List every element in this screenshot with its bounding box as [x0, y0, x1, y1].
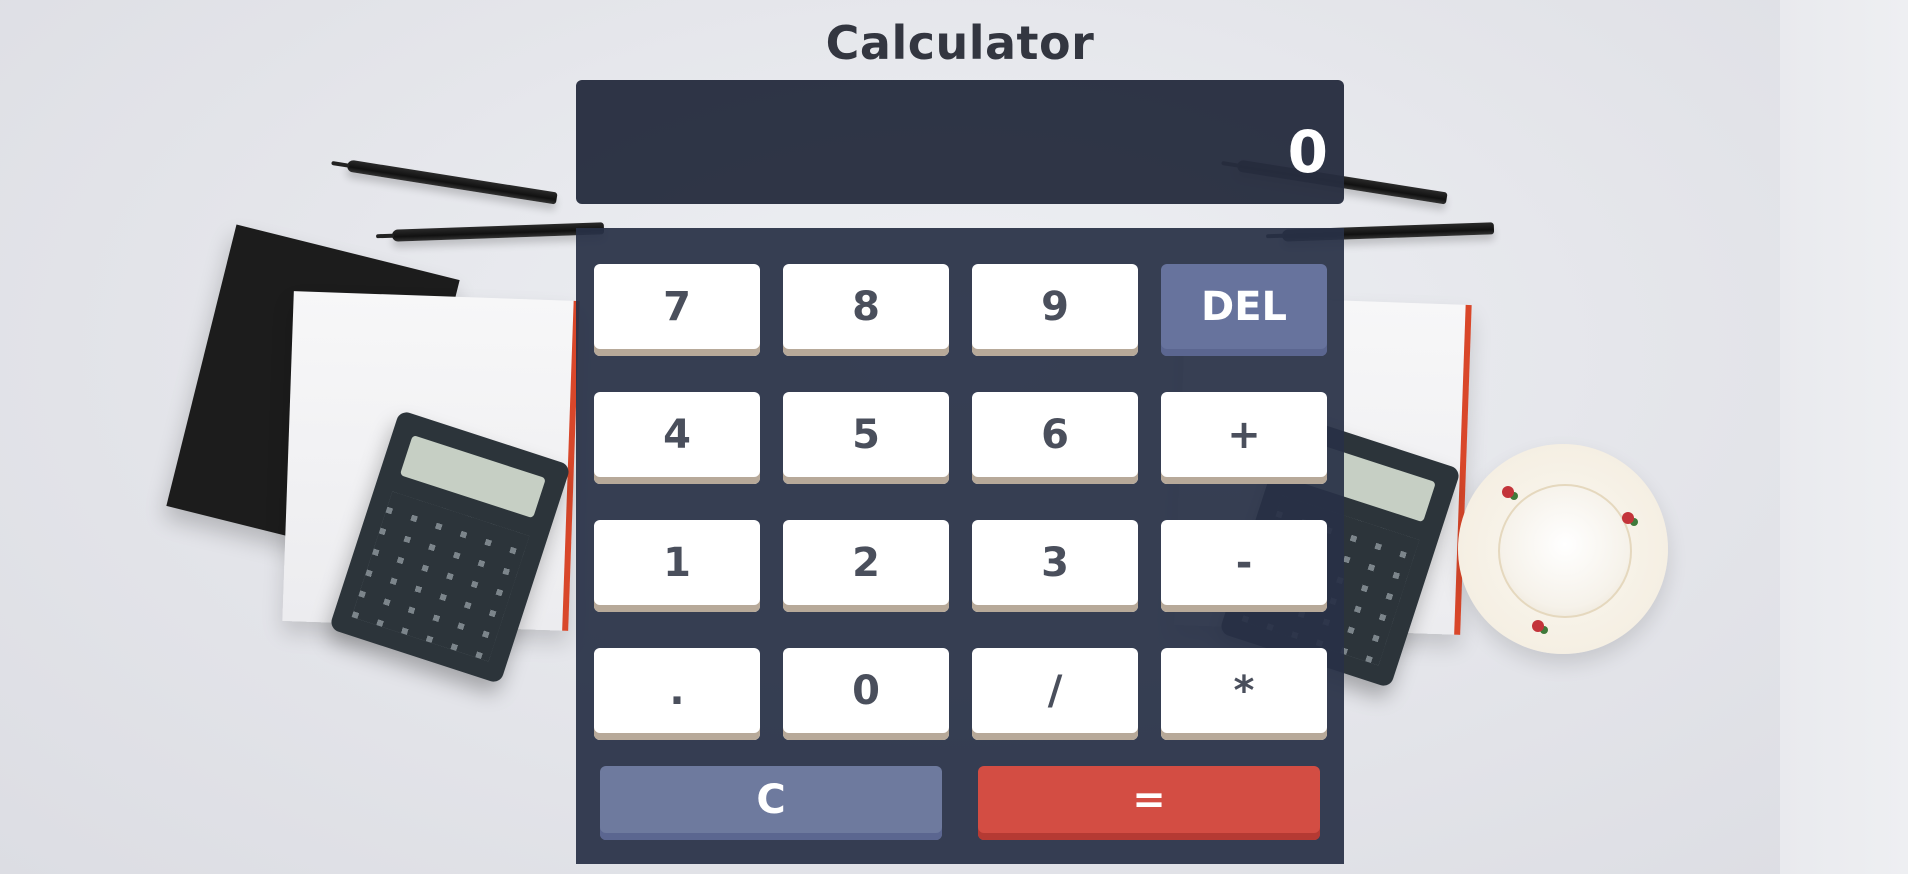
key-8[interactable]: 8 [783, 264, 949, 356]
key-0[interactable]: 0 [783, 648, 949, 740]
delete-button[interactable]: DEL [1161, 264, 1327, 356]
decimal-button[interactable]: . [594, 648, 760, 740]
key-1[interactable]: 1 [594, 520, 760, 612]
page-title: Calculator [825, 16, 1095, 70]
clear-button[interactable]: C [600, 766, 942, 840]
keypad: 7 8 9 DEL 4 5 6 + 1 2 3 - . 0 / * C = [576, 228, 1344, 864]
rose-pattern-icon [1532, 620, 1544, 632]
key-4[interactable]: 4 [594, 392, 760, 484]
calculator-display: 0 [576, 80, 1344, 204]
key-5[interactable]: 5 [783, 392, 949, 484]
display-value: 0 [1287, 118, 1328, 186]
rose-pattern-icon [1502, 486, 1514, 498]
teacup-icon [1498, 484, 1632, 618]
multiply-button[interactable]: * [1161, 648, 1327, 740]
equals-button[interactable]: = [978, 766, 1320, 840]
divide-button[interactable]: / [972, 648, 1138, 740]
key-9[interactable]: 9 [972, 264, 1138, 356]
key-2[interactable]: 2 [783, 520, 949, 612]
add-button[interactable]: + [1161, 392, 1327, 484]
key-7[interactable]: 7 [594, 264, 760, 356]
rose-pattern-icon [1622, 512, 1634, 524]
key-3[interactable]: 3 [972, 520, 1138, 612]
subtract-button[interactable]: - [1161, 520, 1327, 612]
key-6[interactable]: 6 [972, 392, 1138, 484]
background-edge [1780, 0, 1908, 874]
